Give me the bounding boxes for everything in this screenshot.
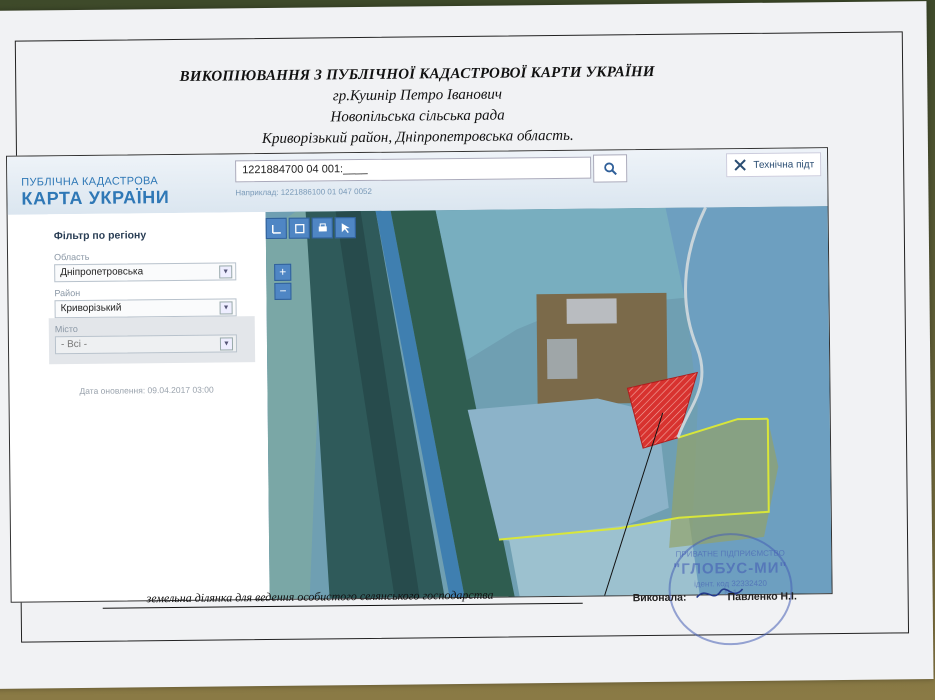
portal-header: ПУБЛІЧНА КАДАСТРОВА КАРТА УКРАЇНИ 122188… xyxy=(7,148,828,215)
map-toolbar xyxy=(265,217,356,240)
area-icon xyxy=(294,223,304,233)
support-button[interactable]: Технічна підт xyxy=(726,152,822,178)
oblast-select[interactable]: Дніпропетровська ▼ xyxy=(54,262,237,283)
rayon-value: Криворізький xyxy=(60,302,122,315)
executor-block: Виконала: Павленко Н.І. xyxy=(632,590,797,605)
search-hint: Наприклад: 1221886100 01 047 0052 xyxy=(235,186,372,198)
cadastral-search-input[interactable]: 1221884700 04 001:____ xyxy=(235,156,592,183)
document-heading: ВИКОПІЮВАННЯ З ПУБЛІЧНОЇ КАДАСТРОВОЇ КАР… xyxy=(137,62,698,152)
zoom-controls: + − xyxy=(274,263,292,300)
chevron-down-icon: ▼ xyxy=(219,265,233,279)
region-filter-panel: Фільтр по регіону Область Дніпропетровсь… xyxy=(47,212,271,597)
city-value: - Всі - xyxy=(60,338,88,351)
chevron-down-icon: ▼ xyxy=(219,301,233,315)
seal-name: "ГЛОБУС-МИ" xyxy=(673,559,788,578)
executor-name: Павленко Н.І. xyxy=(727,590,797,604)
rayon-select[interactable]: Криворізький ▼ xyxy=(54,298,237,319)
print-tool[interactable] xyxy=(311,217,333,239)
chevron-down-icon: ▼ xyxy=(219,337,234,351)
rayon-label: Район xyxy=(54,287,81,299)
cursor-help-icon xyxy=(341,222,350,233)
identify-tool[interactable] xyxy=(334,217,356,239)
filter-title: Фільтр по регіону xyxy=(53,229,147,243)
support-label: Технічна підт xyxy=(753,158,815,171)
search-button[interactable] xyxy=(593,154,628,183)
portal-logo[interactable]: ПУБЛІЧНА КАДАСТРОВА КАРТА УКРАЇНИ xyxy=(21,175,169,210)
oblast-label: Область xyxy=(54,251,90,263)
tools-icon xyxy=(734,159,747,171)
measure-distance-tool[interactable] xyxy=(265,217,287,240)
seal-top: ПРИВАТНЕ ПІДПРИЄМСТВО xyxy=(675,548,785,559)
brand-line2: КАРТА УКРАЇНИ xyxy=(21,187,170,209)
city-select[interactable]: - Всі - ▼ xyxy=(54,334,238,355)
document-sheet: ВИКОПІЮВАННЯ З ПУБЛІЧНОЇ КАДАСТРОВОЇ КАР… xyxy=(0,1,934,689)
ruler-icon xyxy=(271,224,281,234)
zoom-out-button[interactable]: − xyxy=(274,282,292,300)
city-label: Місто xyxy=(54,324,78,335)
cadastral-map-screenshot: ПУБЛІЧНА КАДАСТРОВА КАРТА УКРАЇНИ 122188… xyxy=(5,147,833,603)
measure-area-tool[interactable] xyxy=(288,217,310,239)
print-icon xyxy=(318,222,327,231)
executed-label: Виконала: xyxy=(632,591,687,605)
search-icon xyxy=(604,162,617,176)
zoom-in-button[interactable]: + xyxy=(274,263,292,281)
oblast-value: Дніпропетровська xyxy=(60,266,144,279)
update-date: Дата оновлення: 09.04.2017 03:00 xyxy=(79,384,214,396)
